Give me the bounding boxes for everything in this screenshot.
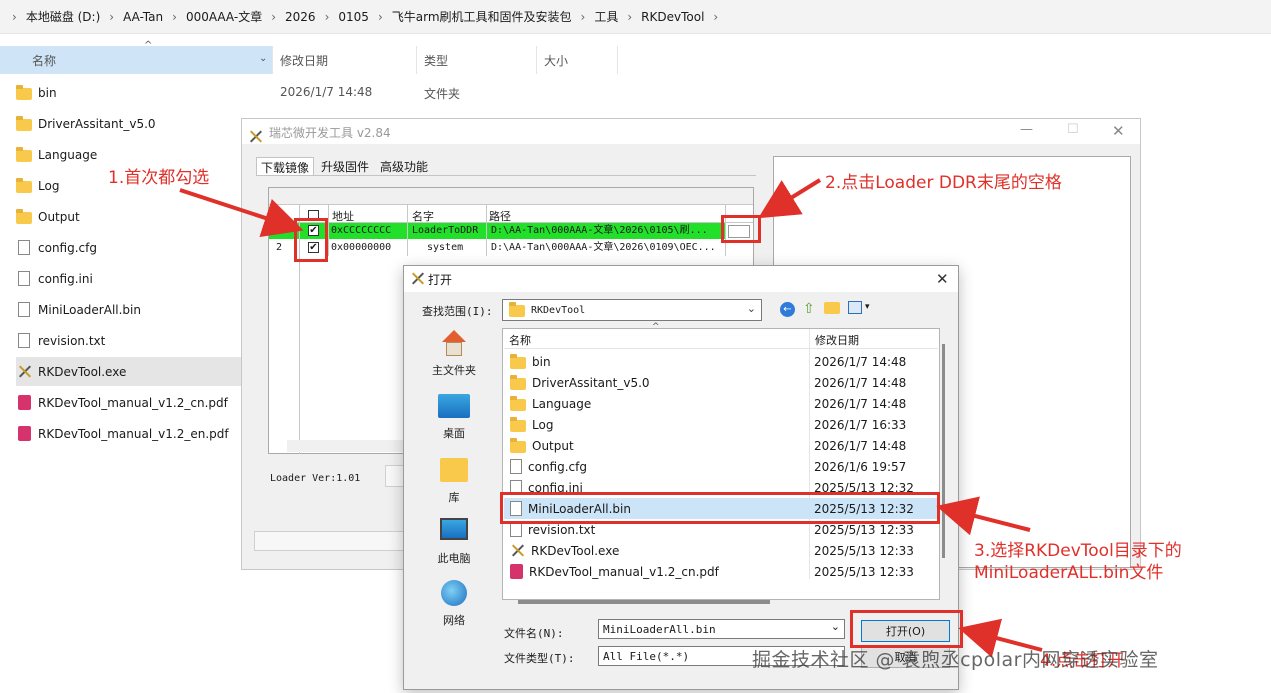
watermark: 掘金技术社区 @ 袁煦丞cpolar内网穿透实验室 xyxy=(752,649,1159,671)
annotation-step-2: 2.点击Loader DDR末尾的空格 xyxy=(825,173,1062,193)
annotation-step-3-line2: MiniLoaderALL.bin文件 xyxy=(974,563,1164,583)
arrow-3 xyxy=(936,496,1031,536)
annotation-arrows xyxy=(179,178,1043,658)
annotation-step-1: 1.首次都勾选 xyxy=(108,168,210,188)
arrow-2 xyxy=(758,178,822,219)
arrow-1 xyxy=(179,188,304,238)
